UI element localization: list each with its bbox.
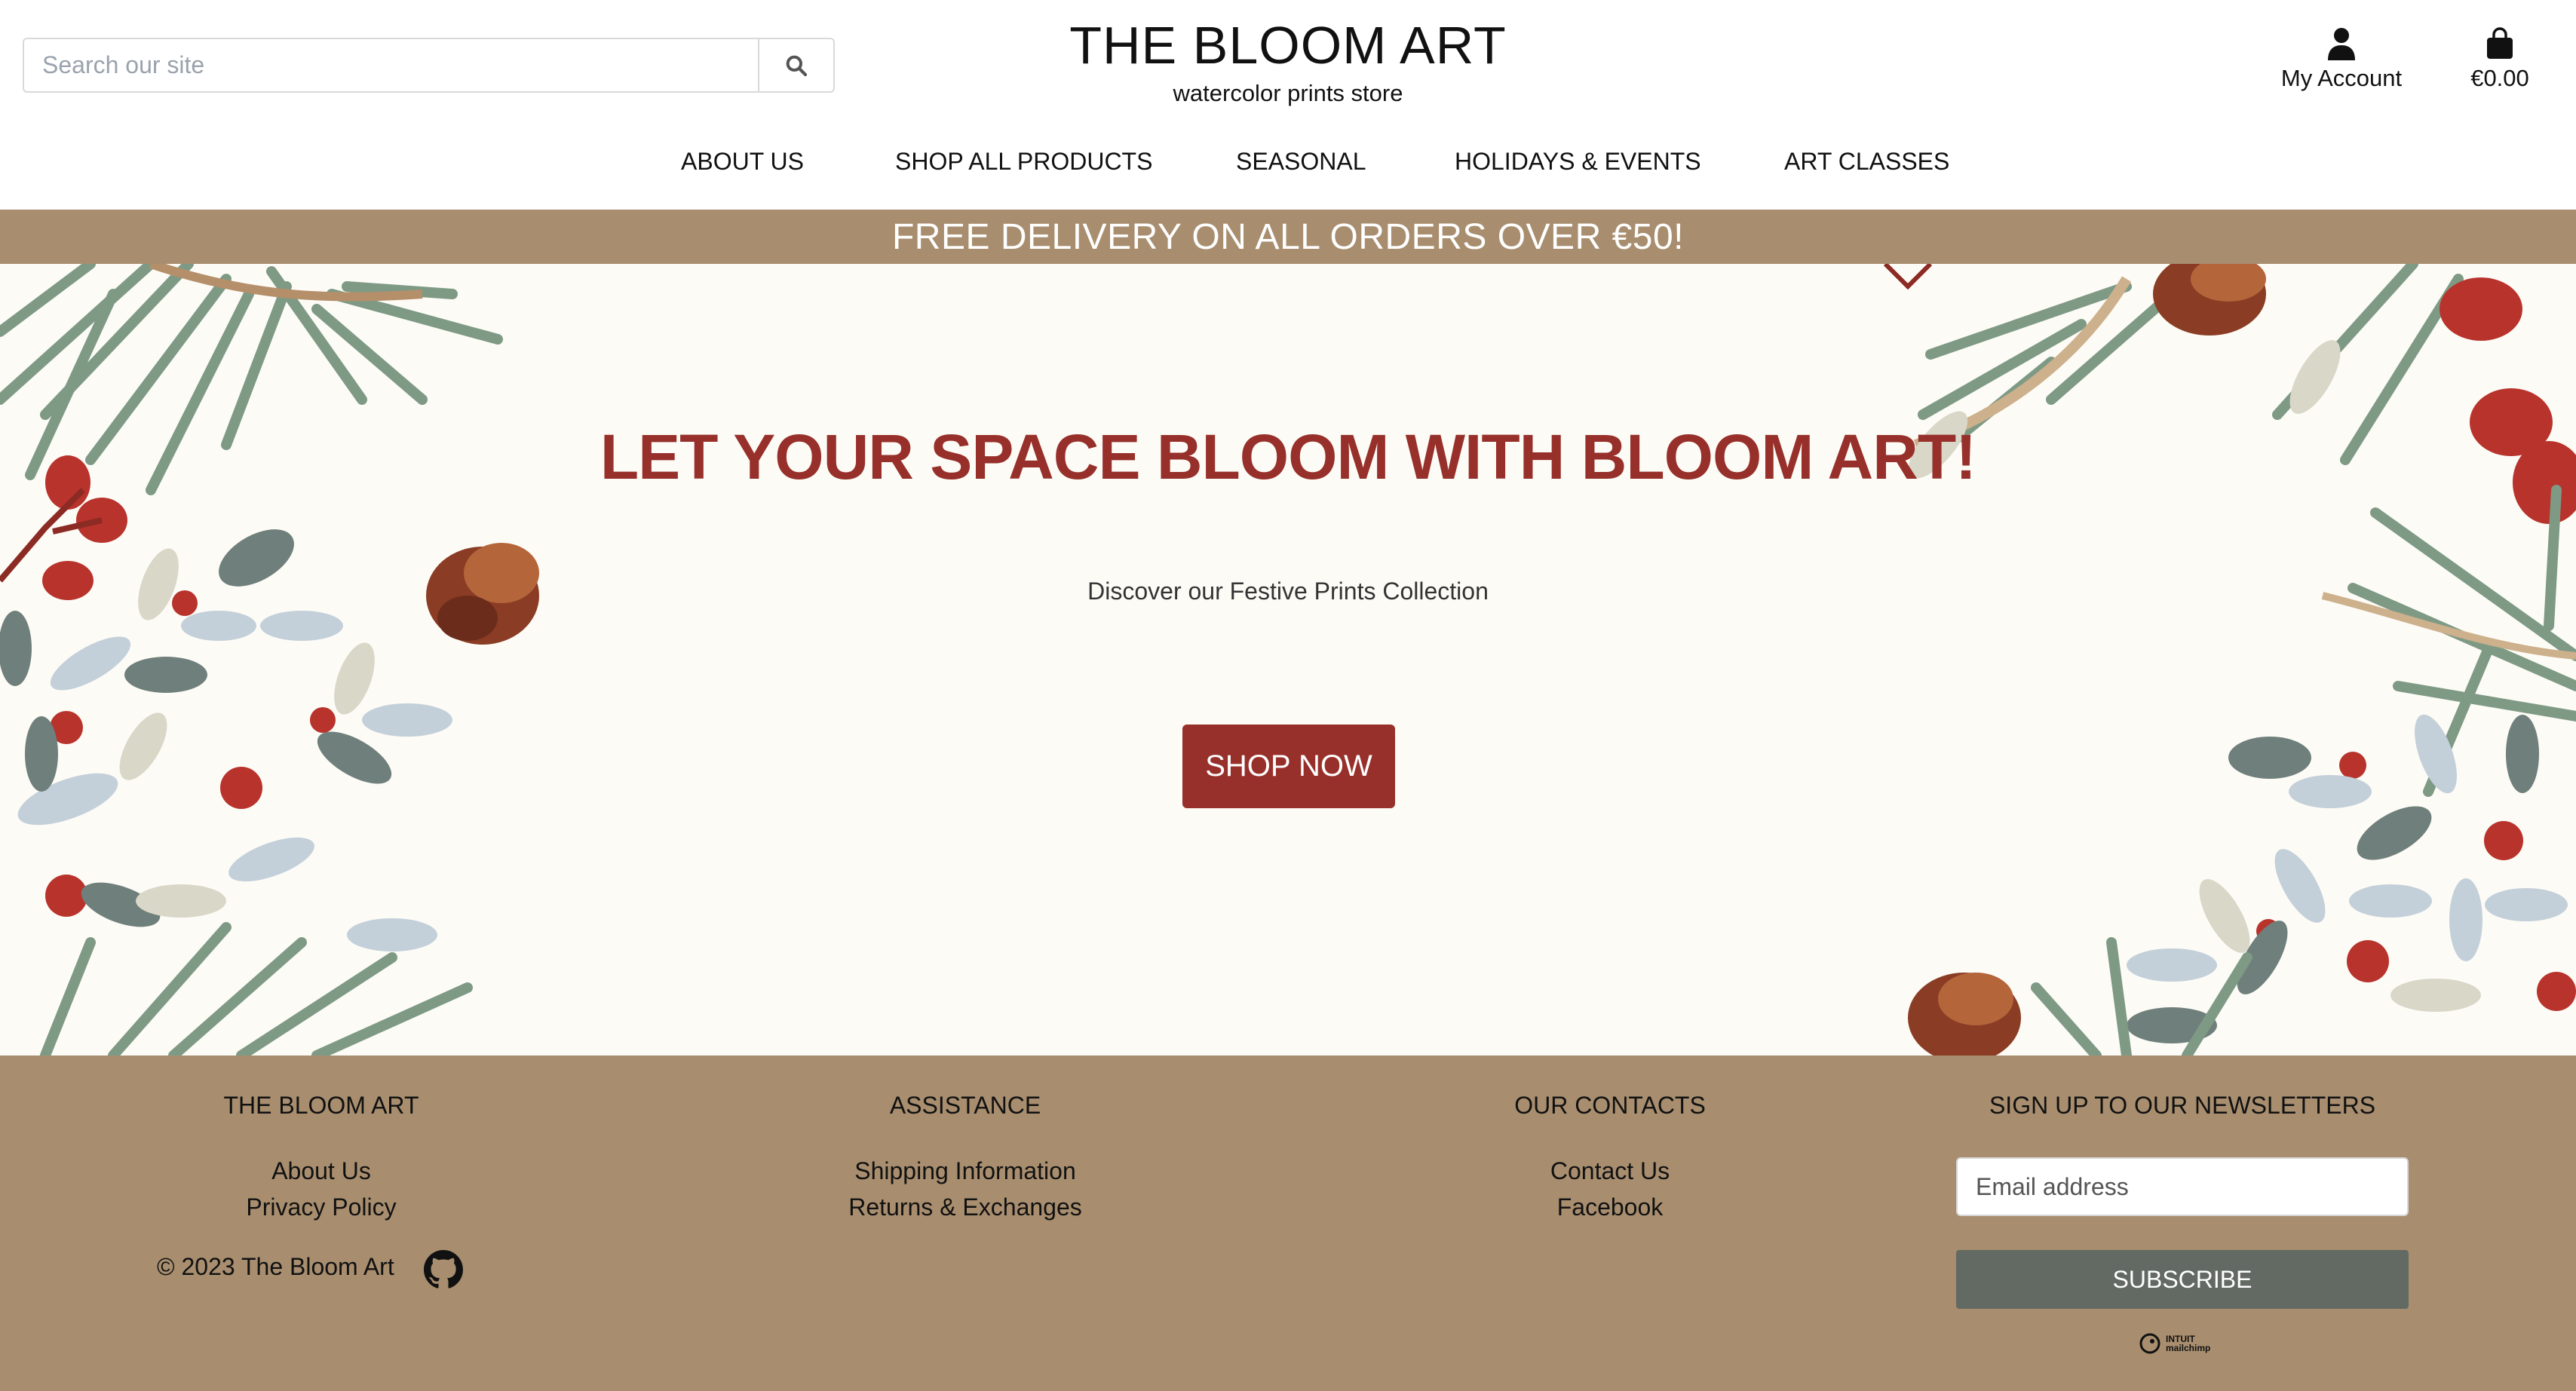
site-logo-title[interactable]: THE BLOOM ART: [980, 15, 1596, 75]
hero-section: LET YOUR SPACE BLOOM WITH BLOOM ART! Dis…: [0, 264, 2576, 1056]
nav-holidays-events[interactable]: HOLIDAYS & EVENTS: [1455, 148, 1701, 176]
footer-assistance-column: ASSISTANCE Shipping Information Returns …: [814, 1092, 1116, 1225]
shop-now-button[interactable]: SHOP NOW: [1182, 725, 1395, 808]
footer-contacts-column: OUR CONTACTS Contact Us Facebook: [1459, 1092, 1761, 1225]
search-input[interactable]: [24, 39, 761, 91]
user-icon: [2328, 28, 2355, 60]
footer-contacts-heading: OUR CONTACTS: [1514, 1092, 1706, 1119]
search-form: [23, 38, 835, 93]
site-footer: THE BLOOM ART About Us Privacy Policy © …: [0, 1056, 2576, 1391]
bag-total: €0.00: [2470, 65, 2529, 91]
my-account-link[interactable]: My Account: [2255, 27, 2428, 92]
footer-link-contact-us[interactable]: Contact Us: [1459, 1153, 1761, 1189]
footer-newsletter-column: SIGN UP TO OUR NEWSLETTERS: [1956, 1092, 2409, 1120]
mailchimp-line2: mailchimp: [2166, 1343, 2211, 1353]
shopping-bag-icon: [2487, 27, 2513, 59]
footer-brand-heading: THE BLOOM ART: [223, 1092, 419, 1119]
subscribe-button[interactable]: SUBSCRIBE: [1956, 1250, 2409, 1309]
hero-title: LET YOUR SPACE BLOOM WITH BLOOM ART!: [600, 421, 1976, 492]
search-icon: [786, 55, 808, 76]
mailchimp-logo-icon: [2139, 1333, 2160, 1354]
my-account-label: My Account: [2280, 65, 2403, 91]
site-header: THE BLOOM ART watercolor prints store My…: [0, 0, 2576, 210]
main-navigation: ABOUT US SHOP ALL PRODUCTS SEASONAL HOLI…: [0, 148, 2576, 187]
copyright-text: © 2023 The Bloom Art: [157, 1253, 394, 1280]
newsletter-email-field[interactable]: [1956, 1157, 2409, 1216]
footer-link-facebook[interactable]: Facebook: [1459, 1189, 1761, 1225]
shopping-bag-link[interactable]: €0.00: [2451, 27, 2549, 92]
promo-text: FREE DELIVERY ON ALL ORDERS OVER €50!: [891, 216, 1684, 257]
nav-about-us[interactable]: ABOUT US: [681, 148, 804, 176]
footer-link-shipping-information[interactable]: Shipping Information: [814, 1153, 1116, 1189]
footer-assistance-heading: ASSISTANCE: [889, 1092, 1041, 1119]
nav-art-classes[interactable]: ART CLASSES: [1784, 148, 1949, 176]
newsletter-heading: SIGN UP TO OUR NEWSLETTERS: [1989, 1092, 2376, 1119]
festive-foliage-illustration: [0, 264, 2576, 1056]
footer-brand-column: THE BLOOM ART About Us Privacy Policy: [170, 1092, 472, 1225]
footer-link-privacy-policy[interactable]: Privacy Policy: [170, 1189, 472, 1225]
footer-link-about-us[interactable]: About Us: [170, 1153, 472, 1189]
mailchimp-badge[interactable]: INTUIT mailchimp: [2139, 1332, 2210, 1355]
footer-link-returns-exchanges[interactable]: Returns & Exchanges: [814, 1189, 1116, 1225]
github-icon[interactable]: [424, 1250, 463, 1289]
promo-banner: FREE DELIVERY ON ALL ORDERS OVER €50!: [0, 210, 2576, 264]
hero-subtitle: Discover our Festive Prints Collection: [1087, 578, 1489, 605]
search-button[interactable]: [758, 39, 833, 91]
nav-shop-all-products[interactable]: SHOP ALL PRODUCTS: [895, 148, 1152, 176]
site-tagline: watercolor prints store: [1173, 80, 1403, 106]
nav-seasonal[interactable]: SEASONAL: [1236, 148, 1366, 176]
